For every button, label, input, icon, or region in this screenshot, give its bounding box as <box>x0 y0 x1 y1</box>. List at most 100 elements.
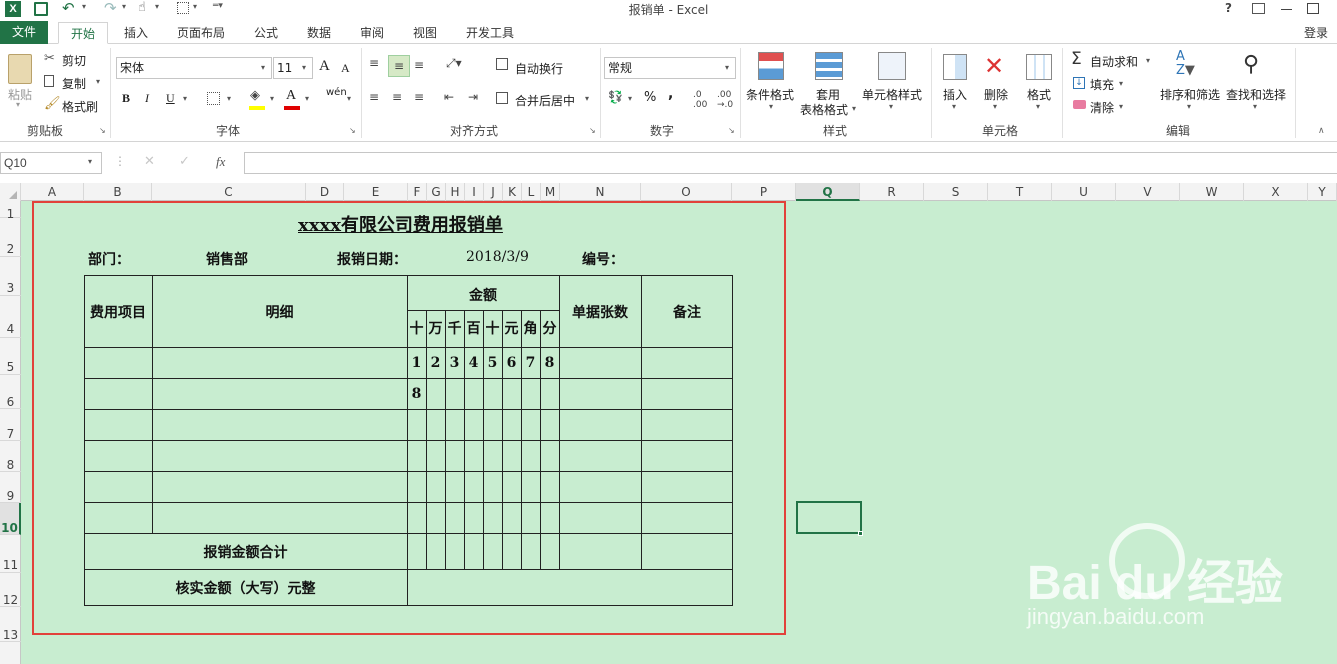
format-cells-icon[interactable] <box>1026 54 1052 80</box>
column-header-x[interactable]: X <box>1244 183 1308 201</box>
row-header-9[interactable]: 9 <box>0 472 21 503</box>
tab-insert[interactable]: 插入 <box>116 22 156 44</box>
fill-dropdown-icon[interactable]: ▾ <box>1119 79 1123 88</box>
insert-cells-button[interactable]: 插入 <box>943 86 967 103</box>
column-header-n[interactable]: N <box>560 183 641 201</box>
column-header-d[interactable]: D <box>306 183 344 201</box>
grow-font-icon[interactable]: A <box>319 58 330 75</box>
column-header-p[interactable]: P <box>732 183 796 201</box>
tab-data[interactable]: 数据 <box>299 22 339 44</box>
phonetic-dropdown-icon[interactable]: ▾ <box>347 94 351 103</box>
row-header-6[interactable]: 6 <box>0 375 21 409</box>
fill-handle[interactable] <box>858 531 863 536</box>
autosum-dropdown-icon[interactable]: ▾ <box>1146 56 1150 65</box>
column-header-b[interactable]: B <box>84 183 152 201</box>
increase-indent-icon[interactable]: ⇥ <box>468 90 478 104</box>
row-header-2[interactable]: 2 <box>0 218 21 257</box>
row-header-1[interactable]: 1 <box>0 201 21 221</box>
delete-cells-icon[interactable]: ✕ <box>984 52 1004 80</box>
login-link[interactable]: 登录 <box>1298 22 1334 44</box>
column-header-h[interactable]: H <box>446 183 465 201</box>
merge-center-button[interactable]: 合并后居中 <box>515 92 575 109</box>
column-header-m[interactable]: M <box>541 183 560 201</box>
copy-dropdown-icon[interactable]: ▾ <box>96 77 100 86</box>
select-all-corner[interactable] <box>0 183 21 201</box>
format-cells-button[interactable]: 格式 <box>1027 86 1051 103</box>
shrink-font-icon[interactable]: A <box>341 61 350 76</box>
find-dropdown-icon[interactable]: ▾ <box>1253 102 1257 111</box>
row-header-10[interactable]: 10 <box>0 503 21 535</box>
accounting-dropdown-icon[interactable]: ▾ <box>628 94 632 103</box>
tab-developer[interactable]: 开发工具 <box>458 22 522 44</box>
paste-dropdown-icon[interactable]: ▾ <box>16 100 20 109</box>
column-header-c[interactable]: C <box>152 183 306 201</box>
copy-button[interactable]: 复制 <box>62 75 86 92</box>
font-color-icon[interactable]: A <box>286 88 296 104</box>
column-header-q[interactable]: Q <box>796 183 860 201</box>
row-header-5[interactable]: 5 <box>0 338 21 375</box>
percent-button[interactable]: % <box>644 90 656 105</box>
cut-button[interactable]: 剪切 <box>62 52 86 69</box>
number-launcher-icon[interactable]: ↘ <box>728 126 735 135</box>
merge-dropdown-icon[interactable]: ▾ <box>585 94 589 103</box>
column-header-t[interactable]: T <box>988 183 1052 201</box>
worksheet[interactable]: xxxx有限公司费用报销单 部门： 销售部 报销日期： 2018/3/9 编号：… <box>21 201 1337 664</box>
bold-button[interactable]: B <box>122 91 130 106</box>
delete-dropdown-icon[interactable]: ▾ <box>993 102 997 111</box>
conditional-format-icon[interactable] <box>758 52 784 80</box>
ribbon-display-icon[interactable] <box>1252 3 1265 14</box>
copy-icon[interactable] <box>44 75 54 87</box>
font-size-select[interactable]: 11 <box>273 57 313 79</box>
column-header-l[interactable]: L <box>522 183 541 201</box>
format-dropdown-icon[interactable]: ▾ <box>1036 102 1040 111</box>
minimize-icon[interactable] <box>1281 9 1292 10</box>
collapse-ribbon-icon[interactable]: ∧ <box>1318 126 1325 136</box>
row-header-13[interactable]: 13 <box>0 607 21 642</box>
insert-function-icon[interactable]: fx <box>216 154 225 170</box>
column-header-v[interactable]: V <box>1116 183 1180 201</box>
merge-center-icon[interactable] <box>496 92 508 104</box>
clear-button[interactable]: 清除 <box>1090 99 1114 116</box>
column-header-g[interactable]: G <box>427 183 446 201</box>
formula-input[interactable] <box>244 152 1337 174</box>
format-painter-button[interactable]: 格式刷 <box>62 98 98 115</box>
row-header-12[interactable]: 12 <box>0 573 21 607</box>
decrease-decimal-icon[interactable]: .00 →.0 <box>717 90 733 110</box>
fill-button[interactable]: 填充 <box>1090 76 1114 93</box>
row-header-3[interactable]: 3 <box>0 257 21 296</box>
autosum-icon[interactable]: Σ <box>1071 49 1082 69</box>
insert-dropdown-icon[interactable]: ▾ <box>952 102 956 111</box>
sort-filter-button[interactable]: 排序和筛选 <box>1160 86 1220 103</box>
comma-button[interactable]: , <box>668 86 673 102</box>
sort-filter-icon[interactable]: A Z▼ <box>1176 50 1195 78</box>
column-header-e[interactable]: E <box>344 183 408 201</box>
clipboard-launcher-icon[interactable]: ↘ <box>99 126 106 135</box>
number-format-select[interactable]: 常规 <box>604 57 736 79</box>
align-top-icon[interactable]: ≡ <box>369 56 379 70</box>
column-header-r[interactable]: R <box>860 183 924 201</box>
column-header-k[interactable]: K <box>503 183 522 201</box>
accounting-icon[interactable]: 💱 <box>608 90 623 104</box>
alignment-launcher-icon[interactable]: ↘ <box>589 126 596 135</box>
border-icon[interactable] <box>207 92 220 105</box>
help-icon[interactable]: ? <box>1225 1 1232 15</box>
confirm-edit-icon[interactable]: ✓ <box>179 154 190 169</box>
sort-dropdown-icon[interactable]: ▾ <box>1187 102 1191 111</box>
column-header-y[interactable]: Y <box>1308 183 1337 201</box>
format-as-table-button[interactable]: 表格格式 <box>800 101 848 118</box>
tab-page-layout[interactable]: 页面布局 <box>170 22 232 44</box>
find-select-icon[interactable]: ⚲ <box>1243 52 1259 77</box>
restore-icon[interactable] <box>1307 3 1319 14</box>
column-header-s[interactable]: S <box>924 183 988 201</box>
wrap-text-button[interactable]: 自动换行 <box>515 60 563 77</box>
name-box-dropdown-icon[interactable]: ▾ <box>88 157 92 166</box>
row-header-8[interactable]: 8 <box>0 441 21 472</box>
clear-icon[interactable] <box>1073 100 1086 109</box>
column-header-f[interactable]: F <box>408 183 427 201</box>
column-header-i[interactable]: I <box>465 183 484 201</box>
row-header-4[interactable]: 4 <box>0 296 21 338</box>
insert-cells-icon[interactable] <box>943 54 967 80</box>
orientation-icon[interactable]: ⤢▾ <box>446 56 462 71</box>
autosum-button[interactable]: 自动求和 <box>1090 53 1138 70</box>
font-launcher-icon[interactable]: ↘ <box>349 126 356 135</box>
